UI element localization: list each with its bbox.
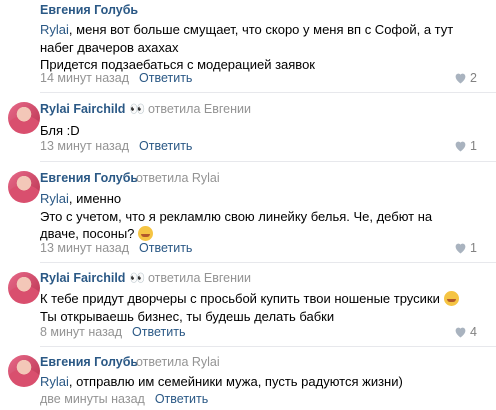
comment-meta: 14 минут назад Ответить — [40, 71, 192, 85]
reply-to-label[interactable]: ответила Rylai — [136, 355, 220, 369]
comment-text-line: набег двачеров ахахах — [40, 39, 179, 55]
comment-text-line: , именно — [68, 191, 122, 206]
divider — [40, 92, 496, 93]
heart-icon — [455, 141, 466, 152]
comment-text: Rylai, отправлю им семейники мужа, пусть… — [40, 373, 470, 391]
reply-button[interactable]: Ответить — [139, 139, 192, 153]
comment-time[interactable]: 14 минут назад — [40, 71, 129, 85]
smiling-face-emoji-icon — [443, 291, 459, 306]
comment-author-link[interactable]: Евгения Голубь — [40, 355, 138, 369]
mention-link[interactable]: Rylai — [40, 191, 69, 206]
like-count: 4 — [470, 325, 477, 339]
like-button[interactable]: 4 — [454, 325, 477, 339]
author-name[interactable]: Rylai Fairchild — [40, 271, 125, 285]
heart-icon — [455, 73, 466, 84]
mention-link[interactable]: Rylai — [40, 374, 69, 389]
comment-text: Rylai, меня вот больше смущает, что скор… — [40, 21, 470, 74]
reply-to-label[interactable]: ответила Евгении — [148, 102, 251, 116]
comment-time[interactable]: две минуты назад — [40, 392, 145, 406]
divider — [40, 346, 496, 347]
comment-text-line: , меня вот больше смущает, что скоро у м… — [68, 22, 454, 37]
comment-author-link[interactable]: Евгения Голубь — [40, 171, 138, 185]
comment-meta: 13 минут назад Ответить — [40, 139, 192, 153]
rofl-emoji-icon — [138, 226, 154, 241]
heart-icon — [455, 243, 466, 254]
avatar[interactable] — [8, 102, 40, 134]
eyes-emoji: 👀 — [129, 102, 145, 116]
mention-link[interactable]: Rylai — [40, 22, 69, 37]
avatar[interactable] — [8, 272, 40, 304]
comment-meta: 13 минут назад Ответить — [40, 241, 192, 255]
reply-button[interactable]: Ответить — [155, 392, 208, 406]
like-count: 2 — [470, 71, 477, 85]
reply-button[interactable]: Ответить — [139, 71, 192, 85]
comment-text-line: Бля :D — [40, 123, 80, 138]
comment-text: Бля :D — [40, 122, 470, 140]
reply-to-label[interactable]: ответила Евгении — [148, 271, 251, 285]
like-button[interactable]: 1 — [454, 139, 477, 153]
comment-text-line: Ты открываешь бизнес, ты будешь делать б… — [40, 308, 335, 324]
comment-time[interactable]: 13 минут назад — [40, 241, 129, 255]
avatar[interactable] — [8, 171, 40, 203]
reply-button[interactable]: Ответить — [132, 325, 185, 339]
comment-author-link[interactable]: Rylai Fairchild 👀 — [40, 271, 145, 286]
comment-time[interactable]: 8 минут назад — [40, 325, 122, 339]
like-button[interactable]: 2 — [454, 71, 477, 85]
heart-icon — [455, 327, 466, 338]
comment-text-line: , отправлю им семейники мужа, пусть раду… — [68, 374, 403, 389]
comment-text-line: дваче, посоны? — [40, 226, 135, 241]
comment-meta: 8 минут назад Ответить — [40, 325, 185, 339]
eyes-emoji: 👀 — [129, 271, 145, 285]
avatar[interactable] — [8, 355, 40, 387]
like-count: 1 — [470, 241, 477, 255]
comment-author-link[interactable]: Rylai Fairchild 👀 — [40, 102, 145, 117]
author-name[interactable]: Rylai Fairchild — [40, 102, 125, 116]
reply-button[interactable]: Ответить — [139, 241, 192, 255]
like-count: 1 — [470, 139, 477, 153]
comment-meta: две минуты назад Ответить — [40, 392, 208, 406]
comment-time[interactable]: 13 минут назад — [40, 139, 129, 153]
divider — [40, 161, 496, 162]
comment-text: К тебе придут дворчеры с просьбой купить… — [40, 290, 470, 325]
comment-text-line: Это с учетом, что я рекламлю свою линейк… — [40, 208, 433, 224]
like-button[interactable]: 1 — [454, 241, 477, 255]
divider — [40, 262, 496, 263]
comment-author-link[interactable]: Евгения Голубь — [40, 3, 138, 17]
comment-text-line: К тебе придут дворчеры с просьбой купить… — [40, 291, 440, 306]
reply-to-label[interactable]: ответила Rylai — [136, 171, 220, 185]
comment-text: Rylai, именно Это с учетом, что я реклам… — [40, 190, 470, 243]
